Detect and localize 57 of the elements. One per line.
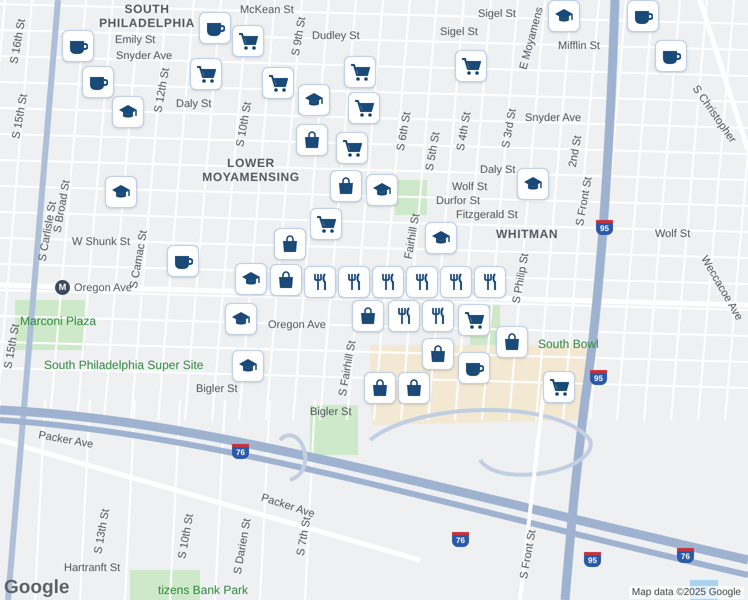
street-label: S 6th St [394,111,414,152]
park-label: tizens Bank Park [158,583,248,597]
highway-shield: 95 [596,220,613,235]
street-label: Sigel St [440,26,478,39]
street-label: S 15th St [10,93,31,140]
street-label: S 12th St [152,67,173,114]
highway-shield: 76 [452,532,469,547]
street-label: S 5th St [424,131,444,172]
street-label: S 7th St [294,516,314,557]
street-label: S 10th St [234,101,255,148]
street-label: Bigler St [310,406,352,419]
street-label: Daly St [480,164,516,177]
district-label: WHITMAN [496,227,558,241]
highway-shield: 95 [584,552,601,567]
highway-shield: 76 [232,444,249,459]
street-label: Mifflin St [558,40,600,53]
street-label: S 15th St [2,323,22,370]
street-label: S Front St [574,176,596,228]
street-label: Bigler St [196,383,238,396]
street-label: Fairhill St [402,212,424,260]
street-label: S 13th St [92,508,113,555]
street-label: Wolf St [655,228,690,241]
metro-sign: M [55,280,70,295]
park-label: Marconi Plaza [20,314,96,328]
street-label: Wolf St [452,181,488,194]
street-label: Durfor St [436,195,480,208]
street-label: W Shunk St [72,236,130,249]
street-label: Daly St [176,98,212,111]
street-label: S Darien St [232,518,254,576]
street-label: Oregon Ave [74,282,132,295]
street-label: Dudley St [312,30,360,43]
street-label: 2nd St [566,134,586,168]
highway-shield: 76 [677,548,694,563]
street-label: McKean St [240,4,294,17]
attribution-text: Map data ©2025 Google [628,586,744,599]
street-label: S 10th St [176,513,197,560]
district-label: SOUTH PHILADELPHIA [98,2,196,30]
street-label: S 9th St [290,16,310,57]
street-label: S Front St [518,528,540,580]
street-label: Emily St [115,34,156,47]
park-label: South Bowl [538,337,599,351]
street-label: Fitzgerald St [456,209,518,222]
street-label: S Philip St [510,252,532,305]
highway-shield: 95 [590,370,607,385]
street-label: Oregon Ave [268,319,326,332]
street-label: S Fairhill St [336,340,360,398]
street-label: Snyder Ave [525,112,582,125]
street-label: Packer Ave [37,429,94,452]
street-label: Snyder Ave [116,50,172,63]
street-label: Hartranft St [64,562,120,575]
park-label: South Philadelphia Super Site [44,358,204,372]
street-label: Sigel St [478,8,516,21]
google-logo: Google [4,578,70,597]
district-label: LOWER MOYAMENSING [201,156,301,184]
street-label: S 4th St [454,111,474,152]
street-label: S 3rd St [500,108,520,150]
street-label: S 16th St [8,18,29,65]
